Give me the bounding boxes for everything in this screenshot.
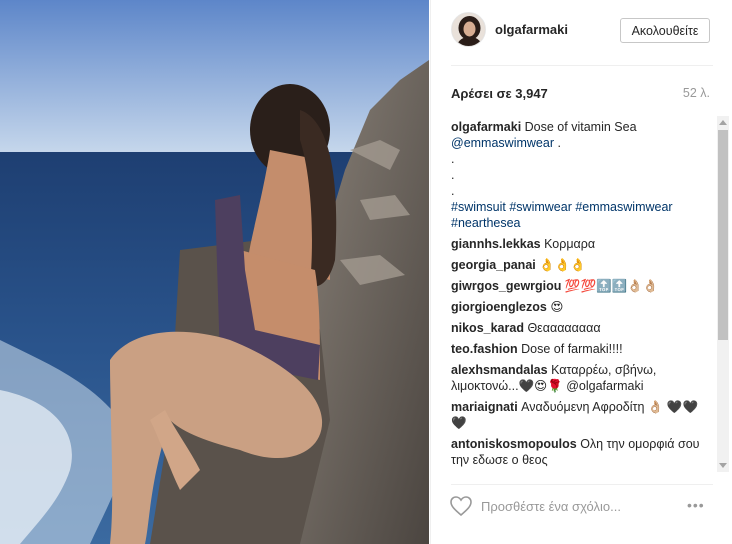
comment-item: alexhsmandalas Καταρρέω, σβήνω, λιμοκτον… bbox=[451, 362, 713, 394]
comment-bar: ••• bbox=[431, 485, 732, 544]
comment-text: Dose of farmaki!!!! bbox=[521, 342, 623, 356]
comment-username[interactable]: teo.fashion bbox=[451, 342, 518, 356]
comment-username[interactable]: giorgioenglezos bbox=[451, 300, 547, 314]
more-options-icon[interactable]: ••• bbox=[687, 497, 705, 513]
comment-item: giorgioenglezos 😍 bbox=[451, 299, 713, 315]
post-time[interactable]: 52 λ. bbox=[683, 86, 710, 100]
likes-count[interactable]: Αρέσει σε 3,947 bbox=[451, 86, 548, 101]
scroll-up-arrow-icon[interactable] bbox=[719, 120, 727, 125]
comment-username[interactable]: georgia_panai bbox=[451, 258, 536, 272]
avatar[interactable] bbox=[451, 12, 486, 47]
photo-illustration bbox=[0, 0, 429, 544]
comment-item: georgia_panai 👌👌👌 bbox=[451, 257, 713, 273]
comment-text: Θεαααααααα bbox=[527, 321, 601, 335]
following-button[interactable]: Ακολουθείτε bbox=[620, 18, 710, 43]
post-photo[interactable] bbox=[0, 0, 429, 544]
caption-username[interactable]: olgafarmaki bbox=[451, 120, 521, 134]
comments-list: olgafarmaki Dose of vitamin Sea @emmaswi… bbox=[451, 119, 713, 475]
scrollbar-thumb[interactable] bbox=[718, 130, 728, 340]
comment-item: giwrgos_gewrgiou 💯💯🔝🔝👌🏼👌🏼 bbox=[451, 278, 713, 294]
caption-mention[interactable]: @emmaswimwear bbox=[451, 136, 554, 150]
divider bbox=[451, 65, 713, 66]
comment-item: nikos_karad Θεαααααααα bbox=[451, 320, 713, 336]
avatar-image bbox=[452, 13, 485, 46]
caption: olgafarmaki Dose of vitamin Sea @emmaswi… bbox=[451, 119, 713, 231]
comment-text: 👌👌👌 bbox=[539, 258, 586, 272]
heart-icon[interactable] bbox=[449, 495, 473, 517]
comment-item: giannhs.lekkas Κορμαρα bbox=[451, 236, 713, 252]
comment-username[interactable]: alexhsmandalas bbox=[451, 363, 548, 377]
comment-username[interactable]: mariaignati bbox=[451, 400, 518, 414]
comment-username[interactable]: nikos_karad bbox=[451, 321, 524, 335]
post-header: olgafarmaki Ακολουθείτε bbox=[431, 0, 732, 64]
comment-item: teo.fashion Dose of farmaki!!!! bbox=[451, 341, 713, 357]
comment-text: 😍 bbox=[550, 300, 564, 314]
comment-item: antoniskosmopoulos Ολη την ομορφιά σου τ… bbox=[451, 436, 713, 468]
comments-scrollbar[interactable] bbox=[717, 116, 729, 472]
add-comment-input[interactable] bbox=[481, 495, 671, 517]
post-username[interactable]: olgafarmaki bbox=[495, 22, 568, 37]
comment-text: 💯💯🔝🔝👌🏼👌🏼 bbox=[564, 279, 659, 293]
scroll-down-arrow-icon[interactable] bbox=[719, 463, 727, 468]
comment-username[interactable]: giannhs.lekkas bbox=[451, 237, 541, 251]
comment-text: Κορμαρα bbox=[544, 237, 596, 251]
comment-username[interactable]: antoniskosmopoulos bbox=[451, 437, 577, 451]
caption-text: Dose of vitamin Sea bbox=[524, 120, 637, 134]
comment-item: mariaignati Αναδυόμενη Αφροδίτη 👌🏼 🖤🖤🖤 bbox=[451, 399, 713, 431]
caption-hashtags[interactable]: #swimsuit #swimwear #emmaswimwear #neart… bbox=[451, 200, 673, 230]
post-panel: olgafarmaki Ακολουθείτε Αρέσει σε 3,947 … bbox=[430, 0, 732, 544]
comment-username[interactable]: giwrgos_gewrgiou bbox=[451, 279, 561, 293]
